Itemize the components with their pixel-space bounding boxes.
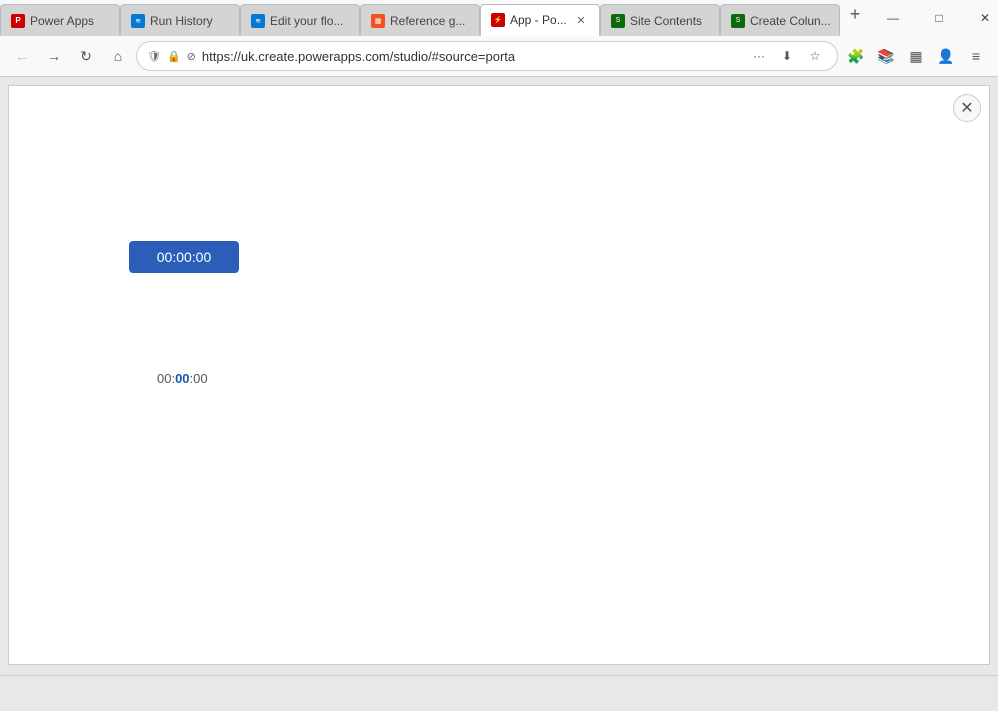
- app-favicon: ⚡: [491, 13, 505, 27]
- tab-reference[interactable]: ▦ Reference g...: [360, 4, 480, 36]
- more-options-button[interactable]: ···: [747, 44, 771, 68]
- url-actions: ··· ⬇ ☆: [747, 44, 827, 68]
- bottom-bar: [0, 675, 998, 711]
- tab-powerapps[interactable]: P Power Apps: [0, 4, 120, 36]
- sidebar-button[interactable]: ▦: [902, 42, 930, 70]
- home-button[interactable]: ⌂: [104, 42, 132, 70]
- tab-powerapps-label: Power Apps: [30, 14, 94, 28]
- nav-bar: ← → ↻ ⌂ 🛡 🔒 ⊘ https://uk.create.powerapp…: [0, 36, 998, 76]
- timer-text-suffix: :00: [190, 371, 208, 386]
- url-text: https://uk.create.powerapps.com/studio/#…: [202, 49, 741, 64]
- close-window-button[interactable]: ✕: [962, 0, 998, 36]
- timer-text-highlight: 00: [175, 371, 189, 386]
- sitecontents-favicon: S: [611, 14, 625, 28]
- tab-reference-label: Reference g...: [390, 14, 465, 28]
- maximize-button[interactable]: □: [916, 0, 962, 36]
- pocket-button[interactable]: ⬇: [775, 44, 799, 68]
- app-frame: ✕ 00:00:00 00:00:00: [8, 85, 990, 665]
- tab-sitecontents-label: Site Contents: [630, 14, 702, 28]
- window-controls: — □ ✕: [870, 0, 998, 36]
- timer-label: 00:00:00: [157, 371, 208, 386]
- tab-editflow-label: Edit your flo...: [270, 14, 343, 28]
- library-button[interactable]: 📚: [872, 42, 900, 70]
- url-bar[interactable]: 🛡 🔒 ⊘ https://uk.create.powerapps.com/st…: [136, 41, 838, 71]
- bookmark-button[interactable]: ☆: [803, 44, 827, 68]
- content-wrapper: ✕ 00:00:00 00:00:00: [0, 77, 998, 675]
- back-button[interactable]: ←: [8, 42, 36, 70]
- tracking-icon: ⊘: [187, 50, 196, 63]
- new-tab-button[interactable]: +: [840, 0, 870, 28]
- tab-runhistory-label: Run History: [150, 14, 213, 28]
- reload-button[interactable]: ↻: [72, 42, 100, 70]
- createcolumn-favicon: S: [731, 14, 745, 28]
- reference-favicon: ▦: [371, 14, 385, 28]
- tab-createcolumn-label: Create Colun...: [750, 14, 831, 28]
- menu-button[interactable]: ≡: [962, 42, 990, 70]
- tab-runhistory[interactable]: ≋ Run History: [120, 4, 240, 36]
- powerapps-favicon: P: [11, 14, 25, 28]
- tab-sitecontents[interactable]: S Site Contents: [600, 4, 720, 36]
- tab-app[interactable]: ⚡ App - Po... ✕: [480, 4, 600, 36]
- tab-createcolumn[interactable]: S Create Colun...: [720, 4, 840, 36]
- shield-icon: 🛡: [147, 50, 161, 63]
- timer-text-prefix: 00:: [157, 371, 175, 386]
- timer-button[interactable]: 00:00:00: [129, 241, 239, 273]
- tab-app-close[interactable]: ✕: [573, 12, 589, 28]
- account-button[interactable]: 👤: [932, 42, 960, 70]
- tab-editflow[interactable]: ≋ Edit your flo...: [240, 4, 360, 36]
- runhistory-favicon: ≋: [131, 14, 145, 28]
- tab-bar: P Power Apps ≋ Run History ≋ Edit your f…: [0, 0, 998, 36]
- browser-chrome: P Power Apps ≋ Run History ≋ Edit your f…: [0, 0, 998, 77]
- nav-right-actions: 🧩 📚 ▦ 👤 ≡: [842, 42, 990, 70]
- minimize-button[interactable]: —: [870, 0, 916, 36]
- extensions-button[interactable]: 🧩: [842, 42, 870, 70]
- lock-icon: 🔒: [167, 50, 181, 63]
- editflow-favicon: ≋: [251, 14, 265, 28]
- forward-button[interactable]: →: [40, 42, 68, 70]
- frame-close-button[interactable]: ✕: [953, 94, 981, 122]
- tab-app-label: App - Po...: [510, 13, 567, 27]
